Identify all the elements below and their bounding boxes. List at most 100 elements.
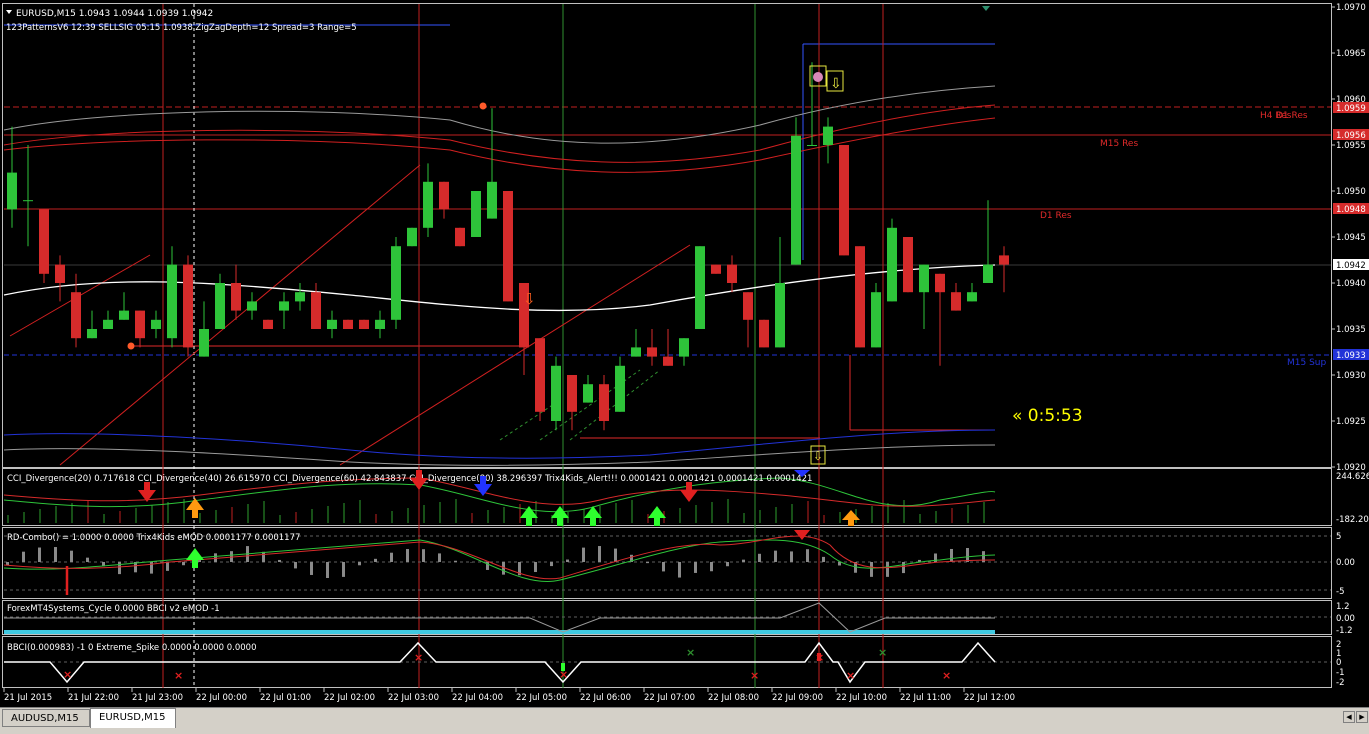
candle (103, 311, 113, 329)
down-arrow-icon: ⇩ (523, 290, 536, 308)
candle (55, 255, 65, 301)
candle (535, 338, 545, 421)
svg-text:×: × (846, 669, 855, 682)
zigzag-low-dot (128, 343, 135, 350)
tag-current-price: 1.0942 (1336, 261, 1366, 271)
rd-bar (550, 562, 553, 566)
rd-bar (374, 559, 377, 562)
rd-green-up-arrow-icon (186, 548, 204, 568)
candle (487, 108, 497, 218)
d1-res-label: D1 Res (1040, 211, 1072, 221)
rd-bar (598, 546, 601, 562)
time-tick-label: 22 Jul 03:00 (388, 693, 439, 703)
rd-bar (966, 548, 969, 562)
rd-bar (182, 562, 185, 565)
time-tick-label: 22 Jul 02:00 (324, 693, 375, 703)
tag-h4-res: 1.0959 (1336, 104, 1366, 114)
svg-text:×: × (750, 669, 759, 682)
m15-sup-label: M15 Sup (1287, 358, 1326, 368)
candle (343, 320, 353, 329)
candle (7, 127, 17, 228)
cycle-scale-bottom: -1.2 (1336, 626, 1353, 636)
candle (679, 338, 689, 366)
candle (39, 209, 49, 283)
rd-bar (822, 557, 825, 562)
candle (423, 163, 433, 237)
svg-text:×: × (942, 669, 951, 682)
rd-legend: RD-Combo() = 1.0000 0.0000 Trix4Kids eMO… (7, 533, 300, 543)
candle (823, 117, 833, 163)
rd-bar (806, 549, 809, 562)
cycle-scale-top: 1.2 (1336, 602, 1350, 612)
rd-bar (54, 547, 57, 562)
candle (647, 329, 657, 366)
cycle-legend: ForexMT4Systems_Cycle 0.0000 BBCI v2 eMO… (7, 604, 220, 614)
rd-bar (742, 560, 745, 562)
candle (551, 357, 561, 431)
svg-text:×: × (878, 646, 887, 659)
rd-bar (614, 549, 617, 562)
candle (503, 191, 513, 301)
rd-scale-bottom: -5 (1336, 587, 1344, 597)
rd-bar (438, 553, 441, 562)
green-up-arrow-icon-4 (648, 506, 666, 526)
candle (887, 219, 897, 302)
price-tick-label: 1.0930 (1336, 371, 1366, 381)
time-tick-label: 22 Jul 07:00 (644, 693, 695, 703)
rd-bar (262, 552, 265, 562)
rd-red-down-arrow-icon (794, 530, 810, 540)
candle (119, 292, 129, 320)
cci-scale-bottom: -182.206 (1336, 515, 1369, 525)
rd-bar (310, 562, 313, 575)
candle (471, 191, 481, 237)
rd-bar (6, 562, 9, 565)
rd-bar (214, 553, 217, 562)
bbci-panel: × × × × × × × × × × BBCI(0.000983) -1 0 … (4, 640, 1344, 688)
candle (695, 246, 705, 329)
pattern-info: 123PatternsV6 12:39 SELLSIG 05:15 1.0938… (6, 23, 357, 33)
candle (999, 246, 1009, 292)
candle (151, 311, 161, 339)
tab-scroll-right-button[interactable]: ▶ (1356, 711, 1368, 723)
time-tick-label: 22 Jul 12:00 (964, 693, 1015, 703)
price-tick-label: 1.0935 (1336, 325, 1366, 335)
rd-bar (454, 561, 457, 562)
time-tick-label: 21 Jul 23:00 (132, 693, 183, 703)
red-down-arrow-icon-2 (410, 470, 428, 490)
tab-eurusd[interactable]: EURUSD,M15 (90, 708, 176, 728)
time-tick-label: 22 Jul 01:00 (260, 693, 311, 703)
candle (247, 292, 257, 320)
rd-bar (358, 562, 361, 565)
candle (231, 265, 241, 320)
rd-bar (534, 562, 537, 572)
pink-dot (813, 72, 823, 82)
tab-audusd[interactable]: AUDUSD,M15 (2, 709, 90, 727)
rd-bar (406, 549, 409, 562)
candle (391, 237, 401, 329)
rd-bar (86, 558, 89, 562)
candle (919, 265, 929, 329)
rd-bar (326, 562, 329, 578)
candle (631, 329, 641, 357)
time-tick-label: 22 Jul 09:00 (772, 693, 823, 703)
candle (23, 145, 33, 246)
shift-marker-icon[interactable] (982, 6, 990, 11)
rd-bar (278, 560, 281, 562)
rd-bar (566, 560, 569, 562)
time-tick-label: 22 Jul 08:00 (708, 693, 759, 703)
time-tick-label: 22 Jul 06:00 (580, 693, 631, 703)
bbci-scale-0: 0 (1336, 658, 1341, 668)
time-tick-label: 21 Jul 22:00 (68, 693, 119, 703)
rd-bar (950, 549, 953, 562)
time-tick-label: 22 Jul 10:00 (836, 693, 887, 703)
rd-bar (886, 562, 889, 577)
candle (583, 375, 593, 403)
tab-scroll-left-button[interactable]: ◀ (1343, 711, 1355, 723)
chart-canvas[interactable]: ⇩ ⇩ ⇩ EURUSD,M15 1.0943 1.0944 1.0939 1.… (0, 0, 1369, 707)
candle (759, 320, 769, 348)
candle (935, 274, 945, 366)
cci-panel: CCI_Divergence(20) 0.717618 CCI_Divergen… (4, 470, 1369, 526)
rd-bar (662, 562, 665, 571)
countdown-timer: « 0:5:53 (1012, 406, 1083, 426)
svg-text:⇩: ⇩ (830, 76, 842, 92)
